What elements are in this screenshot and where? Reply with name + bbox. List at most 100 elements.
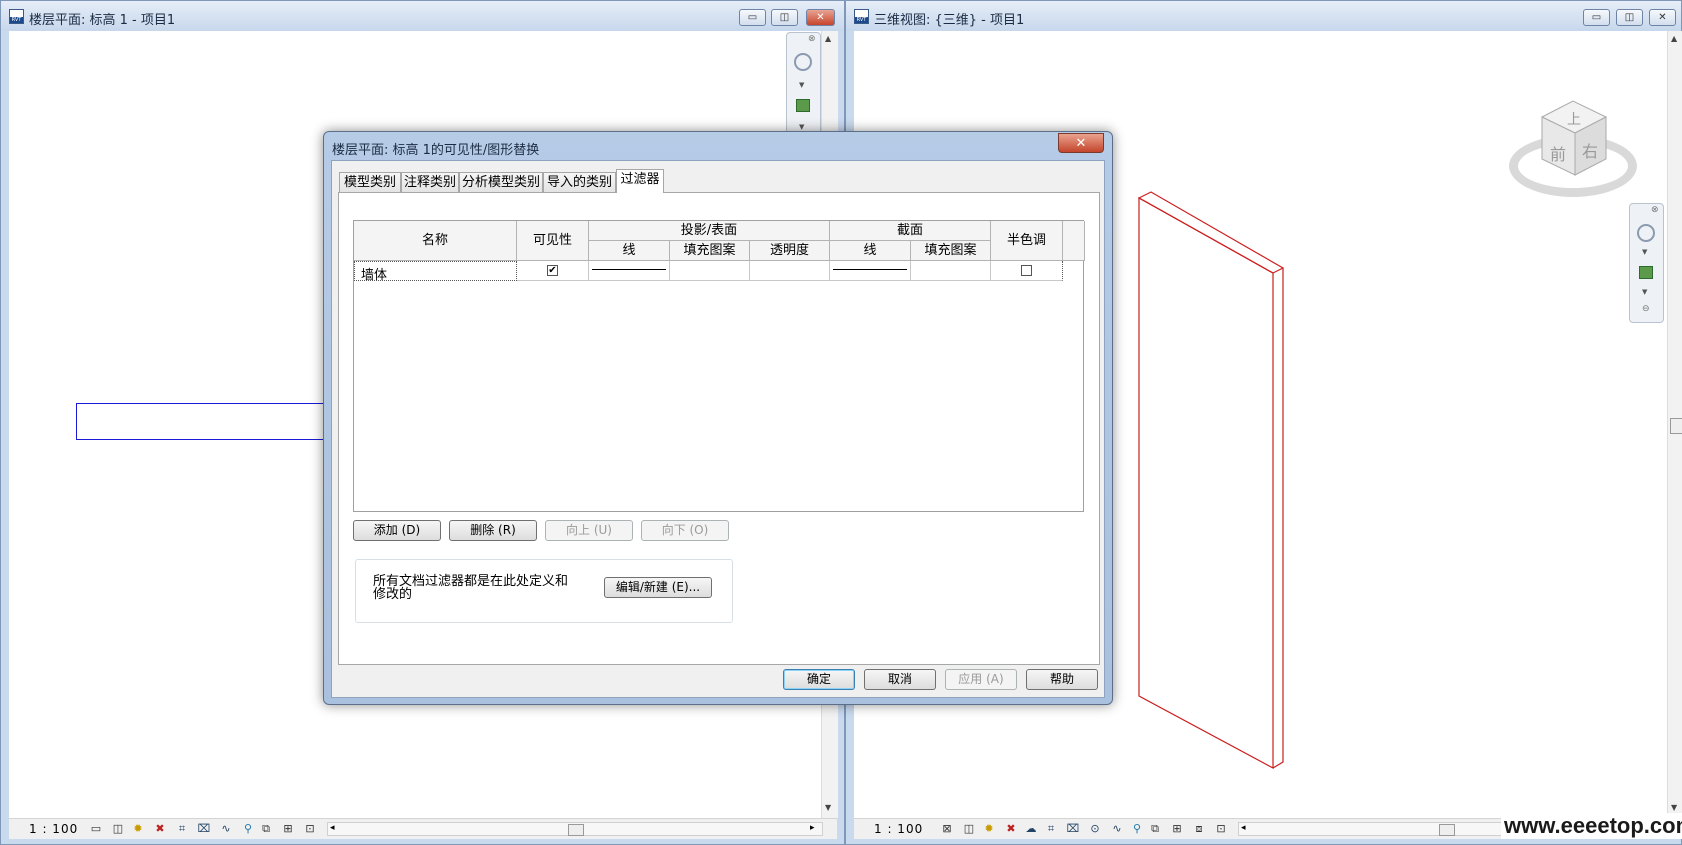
edit-new-filters-button[interactable]: 编辑/新建 (E)... bbox=[604, 577, 712, 598]
lock-3d-view-icon[interactable]: ⊙ bbox=[1088, 822, 1102, 835]
reveal-hidden-icon[interactable]: ⚲ bbox=[241, 822, 255, 835]
worksharing-icon[interactable]: ⧈ bbox=[1192, 822, 1206, 835]
zoom-region-icon[interactable] bbox=[1639, 266, 1653, 279]
tab-filters[interactable]: 过滤器 bbox=[616, 169, 664, 193]
line-style-sample bbox=[592, 269, 666, 270]
wall-plan-outline[interactable] bbox=[76, 403, 348, 440]
add-filter-button[interactable]: 添加 (D) bbox=[353, 520, 441, 541]
header-projection-transparency[interactable]: 透明度 bbox=[750, 241, 830, 261]
reveal-constraints-icon[interactable]: ⊡ bbox=[303, 822, 317, 835]
row-cut-line-cell[interactable] bbox=[830, 261, 911, 281]
tab-model-categories[interactable]: 模型类别 bbox=[339, 172, 401, 192]
chevron-left-icon[interactable]: ◂ bbox=[330, 823, 335, 833]
highlight-displacement-icon[interactable]: ⊞ bbox=[1170, 822, 1184, 835]
visibility-checkbox[interactable]: ✔ bbox=[547, 265, 558, 276]
move-up-button[interactable]: 向上 (U) bbox=[545, 520, 633, 541]
restore-button[interactable]: ◫ bbox=[1616, 9, 1643, 26]
reveal-constraints-icon[interactable]: ⊡ bbox=[1214, 822, 1228, 835]
chevron-up-icon[interactable]: ▲ bbox=[825, 34, 831, 43]
shadows-icon[interactable]: ✖ bbox=[153, 822, 167, 835]
move-down-button[interactable]: 向下 (O) bbox=[641, 520, 729, 541]
scroll-thumb[interactable] bbox=[1439, 824, 1455, 836]
row-cut-fill-cell[interactable] bbox=[911, 261, 991, 281]
header-name[interactable]: 名称 bbox=[354, 221, 517, 261]
viewcube-top-label[interactable]: 上 bbox=[1567, 109, 1581, 129]
dialog-close-button[interactable]: ✕ bbox=[1058, 133, 1104, 153]
crop-region-icon[interactable]: ⌧ bbox=[1066, 822, 1080, 835]
viewcube-box[interactable] bbox=[1509, 83, 1639, 213]
steering-wheel-icon[interactable] bbox=[1637, 224, 1655, 242]
header-halftone[interactable]: 半色调 bbox=[991, 221, 1063, 261]
header-projection-line[interactable]: 线 bbox=[589, 241, 670, 261]
header-cut-line[interactable]: 线 bbox=[830, 241, 911, 261]
steering-wheel-icon[interactable] bbox=[794, 53, 812, 71]
scroll-thumb[interactable] bbox=[1670, 418, 1682, 434]
crop-view-icon[interactable]: ⌗ bbox=[1044, 822, 1058, 835]
delete-filter-button[interactable]: 删除 (R) bbox=[449, 520, 537, 541]
viewcube-right-label[interactable]: 右 bbox=[1582, 138, 1598, 162]
render-icon[interactable]: ☁ bbox=[1024, 822, 1038, 835]
zoom-region-icon[interactable] bbox=[796, 99, 810, 112]
apply-button[interactable]: 应用 (A) bbox=[945, 669, 1017, 690]
analytical-model-icon[interactable]: ⧉ bbox=[259, 822, 273, 835]
minimize-button[interactable]: ▭ bbox=[739, 9, 766, 26]
close-button[interactable]: ✕ bbox=[806, 9, 835, 26]
header-visibility[interactable]: 可见性 bbox=[517, 221, 589, 261]
halftone-checkbox[interactable] bbox=[1021, 265, 1032, 276]
restore-button[interactable]: ◫ bbox=[771, 9, 798, 26]
header-cut-fill[interactable]: 填充图案 bbox=[911, 241, 991, 261]
chevron-right-icon[interactable]: ▸ bbox=[810, 823, 815, 833]
close-icon[interactable]: ⊗ bbox=[808, 34, 816, 44]
scroll-thumb[interactable] bbox=[568, 824, 584, 836]
analytical-model-icon[interactable]: ⧉ bbox=[1148, 822, 1162, 835]
tab-analytical-model-categories[interactable]: 分析模型类别 bbox=[459, 172, 543, 192]
view-scale[interactable]: 1 : 100 bbox=[29, 822, 78, 836]
vertical-scrollbar[interactable]: ▲ ▼ bbox=[1667, 31, 1682, 818]
crop-view-icon[interactable]: ⌗ bbox=[175, 822, 189, 835]
chevron-down-icon[interactable]: ▼ bbox=[1642, 288, 1647, 296]
shadows-icon[interactable]: ✖ bbox=[1004, 822, 1018, 835]
row-name-cell[interactable]: 墙体 bbox=[354, 261, 517, 283]
detail-level-icon[interactable]: ▭ bbox=[89, 822, 103, 835]
close-icon[interactable]: ⊗ bbox=[1651, 205, 1659, 215]
chevron-down-icon[interactable]: ▼ bbox=[1642, 248, 1647, 256]
crop-region-icon[interactable]: ⌧ bbox=[197, 822, 211, 835]
minimize-button[interactable]: ▭ bbox=[1583, 9, 1610, 26]
visual-style-icon[interactable]: ◫ bbox=[962, 822, 976, 835]
row-projection-transparency-cell[interactable] bbox=[750, 261, 830, 281]
chevron-down-icon[interactable]: ▼ bbox=[1671, 803, 1677, 812]
temporary-hide-icon[interactable]: ∿ bbox=[1110, 822, 1124, 835]
3d-view-titlebar[interactable]: 三维视图: {三维} - 项目1 ▭ ◫ ✕ bbox=[846, 1, 1681, 31]
highlight-displacement-icon[interactable]: ⊞ bbox=[281, 822, 295, 835]
collapse-icon[interactable]: ⊖ bbox=[1642, 304, 1650, 314]
chevron-left-icon[interactable]: ◂ bbox=[1241, 823, 1246, 833]
chevron-down-icon[interactable]: ▼ bbox=[825, 803, 831, 812]
cancel-button[interactable]: 取消 bbox=[864, 669, 936, 690]
ok-button[interactable]: 确定 bbox=[783, 669, 855, 690]
chevron-down-icon[interactable]: ▼ bbox=[799, 123, 804, 131]
sun-path-icon[interactable]: ✹ bbox=[982, 822, 996, 835]
help-button[interactable]: 帮助 bbox=[1026, 669, 1098, 690]
reveal-hidden-icon[interactable]: ⚲ bbox=[1130, 822, 1144, 835]
chevron-down-icon[interactable]: ▼ bbox=[799, 81, 804, 89]
chevron-up-icon[interactable]: ▲ bbox=[1671, 34, 1677, 43]
revit-doc-icon bbox=[9, 9, 24, 24]
temporary-hide-icon[interactable]: ∿ bbox=[219, 822, 233, 835]
viewcube[interactable]: 上 前 右 bbox=[1509, 83, 1639, 213]
dialog-body: 模型类别 注释类别 分析模型类别 导入的类别 过滤器 名称 可见性 投影/表面 … bbox=[331, 160, 1105, 698]
filters-panel: 名称 可见性 投影/表面 截面 半色调 线 填充图案 透明度 线 填充图案 墙体… bbox=[338, 192, 1100, 665]
viewcube-front-label[interactable]: 前 bbox=[1550, 141, 1566, 165]
row-projection-line-cell[interactable] bbox=[589, 261, 670, 281]
visual-style-icon[interactable]: ◫ bbox=[111, 822, 125, 835]
view-scale[interactable]: 1 : 100 bbox=[874, 822, 923, 836]
header-projection-fill[interactable]: 填充图案 bbox=[670, 241, 750, 261]
row-projection-fill-cell[interactable] bbox=[670, 261, 750, 281]
navigation-bar: ⊗ ▼ ▼ ⊖ bbox=[1629, 203, 1664, 323]
floor-plan-titlebar[interactable]: 楼层平面: 标高 1 - 项目1 ▭ ◫ ✕ bbox=[1, 1, 844, 31]
horizontal-scrollbar[interactable]: ◂ ▸ bbox=[327, 822, 823, 836]
sun-path-icon[interactable]: ✹ bbox=[131, 822, 145, 835]
tab-annotation-categories[interactable]: 注释类别 bbox=[401, 172, 459, 192]
close-button[interactable]: ✕ bbox=[1649, 9, 1676, 26]
detail-level-icon[interactable]: ⊠ bbox=[940, 822, 954, 835]
tab-imported-categories[interactable]: 导入的类别 bbox=[543, 172, 616, 192]
